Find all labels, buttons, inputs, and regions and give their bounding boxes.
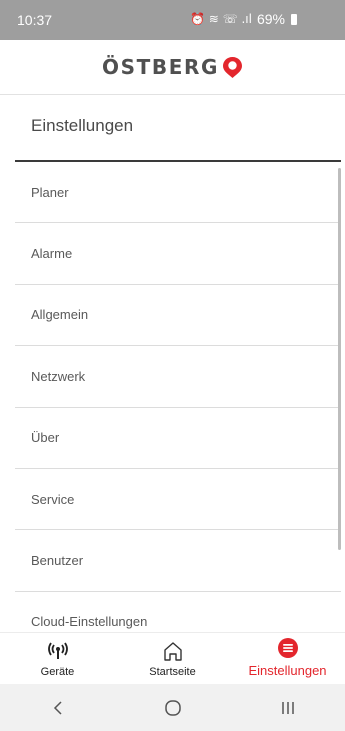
brand-header: ÖSTBERG xyxy=(0,40,345,95)
page-title: Einstellungen xyxy=(31,116,134,135)
nav-geraete-label: Geräte xyxy=(40,666,75,678)
signal-indicators-icon: ⏰ ≋ ☏ .ıl xyxy=(190,12,252,26)
recents-icon[interactable] xyxy=(268,693,308,723)
settings-item-cloud[interactable]: Cloud-Einstellungen xyxy=(15,592,341,632)
settings-item-alarme[interactable]: Alarme xyxy=(15,223,341,285)
home-circle-icon[interactable] xyxy=(153,693,193,723)
system-navigation xyxy=(0,684,345,731)
settings-item-ueber[interactable]: Über xyxy=(15,408,341,469)
list-scrollbar[interactable] xyxy=(338,168,341,550)
settings-item-allgemein[interactable]: Allgemein xyxy=(15,285,341,347)
status-time: 10:37 xyxy=(17,12,53,28)
settings-item-netzwerk[interactable]: Netzwerk xyxy=(15,346,341,408)
nav-startseite[interactable]: Startseite xyxy=(115,633,230,684)
brand-logo-text: ÖSTBERG xyxy=(102,55,219,79)
antenna-icon xyxy=(45,639,71,663)
settings-item-benutzer[interactable]: Benutzer xyxy=(15,530,341,592)
nav-startseite-label: Startseite xyxy=(149,666,196,678)
status-bar: 10:37 ⏰ ≋ ☏ .ıl 69% xyxy=(0,0,345,40)
back-chevron-icon[interactable] xyxy=(38,693,78,723)
bottom-navigation: Geräte Startseite Einstellungen xyxy=(0,632,345,684)
settings-list[interactable]: Planer Alarme Allgemein Netzwerk Über Se… xyxy=(15,162,341,632)
menu-circle-icon xyxy=(275,636,301,660)
status-indicators: ⏰ ≋ ☏ .ıl 69% xyxy=(190,11,297,27)
red-drop-logo-icon xyxy=(222,56,242,78)
home-icon xyxy=(160,639,186,663)
nav-einstellungen-label: Einstellungen xyxy=(248,663,327,678)
battery-percentage: 69% xyxy=(256,11,285,27)
battery-icon xyxy=(291,13,297,25)
nav-einstellungen[interactable]: Einstellungen xyxy=(230,633,345,684)
settings-item-planer[interactable]: Planer xyxy=(15,162,341,224)
nav-geraete[interactable]: Geräte xyxy=(0,633,115,684)
settings-item-service[interactable]: Service xyxy=(15,469,341,531)
